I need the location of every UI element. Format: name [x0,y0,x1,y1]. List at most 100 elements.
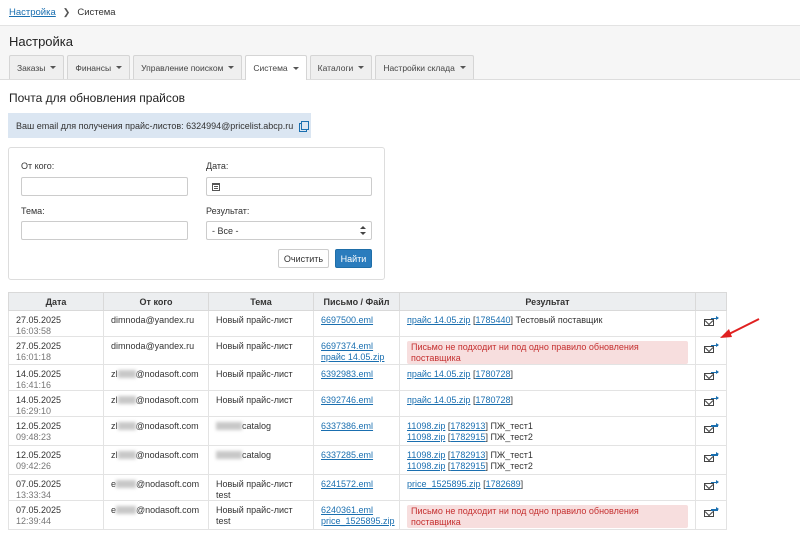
result-select[interactable]: - Все - [206,221,372,240]
redacted-blur [216,422,242,430]
price-file-link[interactable]: price_1525895.zip [407,479,481,489]
time-value: 16:03:58 [16,325,52,336]
tab-1[interactable]: Финансы [67,55,131,79]
date-cell: 14.05.2025 16:29:10 [8,390,104,417]
tab-5[interactable]: Настройки склада [375,55,474,79]
update-id-link[interactable]: 1780728 [475,395,510,405]
update-id-link[interactable]: 1780728 [475,369,510,379]
tab-label: Финансы [75,62,112,73]
file-link[interactable]: 6337386.eml [321,421,373,431]
date-value: 27.05.2025 [16,341,62,351]
supplier-name: ПЖ_тест1 [490,450,533,460]
date-cell: 12.05.2025 09:42:26 [8,445,104,475]
from-cell: e @nodasoft.com [103,474,209,501]
price-file-link[interactable]: 11098.zip [407,432,445,442]
page-title: Настройка [9,34,73,49]
file-link[interactable]: 6337285.eml [321,450,373,460]
from-label: От кого: [21,161,55,171]
subject-cell: Новый прайс-лист [208,390,314,417]
tab-label: Управление поиском [141,62,224,73]
file-link[interactable]: 6240361.eml [321,505,373,515]
from-cell: zl @nodasoft.com [103,364,209,391]
tab-4[interactable]: Каталоги [309,55,373,79]
chevron-right-icon: ❯ [62,7,71,17]
file-link[interactable]: 6392983.eml [321,369,373,379]
column-header [695,292,727,311]
tab-3[interactable]: Система [245,55,307,80]
result-cell: Письмо не подходит ни под одно правило о… [399,500,696,530]
file-link[interactable]: 6241572.eml [321,479,373,489]
price-file-link[interactable]: прайс 14.05.zip [407,315,470,325]
file-cell: 6392746.eml [313,390,400,417]
price-file-link[interactable]: 11098.zip [407,421,445,431]
subject-value: Новый прайс-лист [216,315,293,325]
resend-mail-icon[interactable] [704,480,719,491]
tab-label: Каталоги [317,62,354,73]
section-title: Почта для обновления прайсов [9,91,186,105]
table-header-row: Дата От кого Тема Письмо / Файл Результат [8,292,727,311]
email-info-box: Ваш email для получения прайс-листов: 63… [8,113,311,138]
time-value: 12:39:44 [16,515,52,526]
file-link[interactable]: 6697374.eml [321,341,373,351]
resend-mail-icon[interactable] [704,316,719,327]
update-id-link[interactable]: 1782915 [450,432,485,442]
price-file-link[interactable]: прайс 14.05.zip [407,395,470,405]
date-cell: 07.05.2025 13:33:34 [8,474,104,501]
from-input[interactable] [21,177,188,196]
from-cell: zl @nodasoft.com [103,445,209,475]
subject-value: catalog [242,421,272,431]
tab-0[interactable]: Заказы [9,55,65,79]
table-row: 12.05.2025 09:42:26 zl @nodasoft.com catalo… [8,445,727,475]
resend-mail-icon[interactable] [704,452,719,463]
file-link[interactable]: 6392746.eml [321,395,373,405]
price-file-link[interactable]: 11098.zip [407,450,445,460]
resend-mail-icon[interactable] [704,396,719,407]
update-id-link[interactable]: 1782913 [450,421,485,431]
calendar-icon [212,183,220,191]
resend-mail-icon[interactable] [704,423,719,434]
time-value: 16:01:18 [16,351,52,362]
clear-button[interactable]: Очистить [278,249,329,268]
page-header: Настройка Заказы Финансы Управление поиско… [0,26,800,80]
redacted-blur [117,396,136,404]
subject-cell: Новый прайс-лист [208,310,314,337]
file-cell: 6697374.eml прайс 14.05.zip [313,336,400,365]
date-input[interactable] [206,177,372,196]
resend-mail-icon[interactable] [704,507,719,518]
redacted-blur [117,370,136,378]
date-label: Дата: [206,161,229,171]
table-row: 07.05.2025 12:39:44 e @nodasoft.com Новый п… [8,500,727,530]
redacted-blur [216,451,242,459]
supplier-name: ПЖ_тест2 [490,460,533,471]
file-cell: 6697500.eml [313,310,400,337]
subject-input[interactable] [21,221,188,240]
file-link[interactable]: price_1525895.zip [321,516,395,526]
breadcrumb-link-settings[interactable]: Настройка [9,7,56,18]
tab-2[interactable]: Управление поиском [133,55,243,79]
column-header: Дата [8,292,104,311]
caret-down-icon [116,66,123,69]
resend-mail-icon[interactable] [704,343,719,354]
date-cell: 12.05.2025 09:48:23 [8,416,104,446]
price-file-link[interactable]: 11098.zip [407,461,445,471]
resend-mail-icon[interactable] [704,370,719,381]
result-cell: 11098.zip [1782913] ПЖ_тест1 11098.zip [1… [399,445,696,475]
find-button[interactable]: Найти [335,249,372,268]
result-cell: прайс 14.05.zip [1785440] Тестовый поста… [399,310,696,337]
update-id-link[interactable]: 1782913 [450,450,485,460]
from-value: dimnoda@yandex.ru [111,315,195,325]
action-cell [695,364,727,391]
file-link[interactable]: 6697500.eml [321,315,373,325]
subject-value: Новый прайс-лист test [216,479,293,500]
file-link[interactable]: прайс 14.05.zip [321,352,384,362]
result-select-value: - Все - [212,225,239,236]
update-id-link[interactable]: 1785440 [475,315,510,325]
update-id-link[interactable]: 1782915 [450,461,485,471]
copy-icon[interactable] [299,120,310,132]
update-id-link[interactable]: 1782689 [486,479,521,489]
date-value: 14.05.2025 [16,369,62,379]
price-file-link[interactable]: прайс 14.05.zip [407,369,470,379]
column-header: Письмо / Файл [313,292,400,311]
supplier-name: ПЖ_тест1 [490,421,533,431]
redacted-blur [117,422,136,430]
